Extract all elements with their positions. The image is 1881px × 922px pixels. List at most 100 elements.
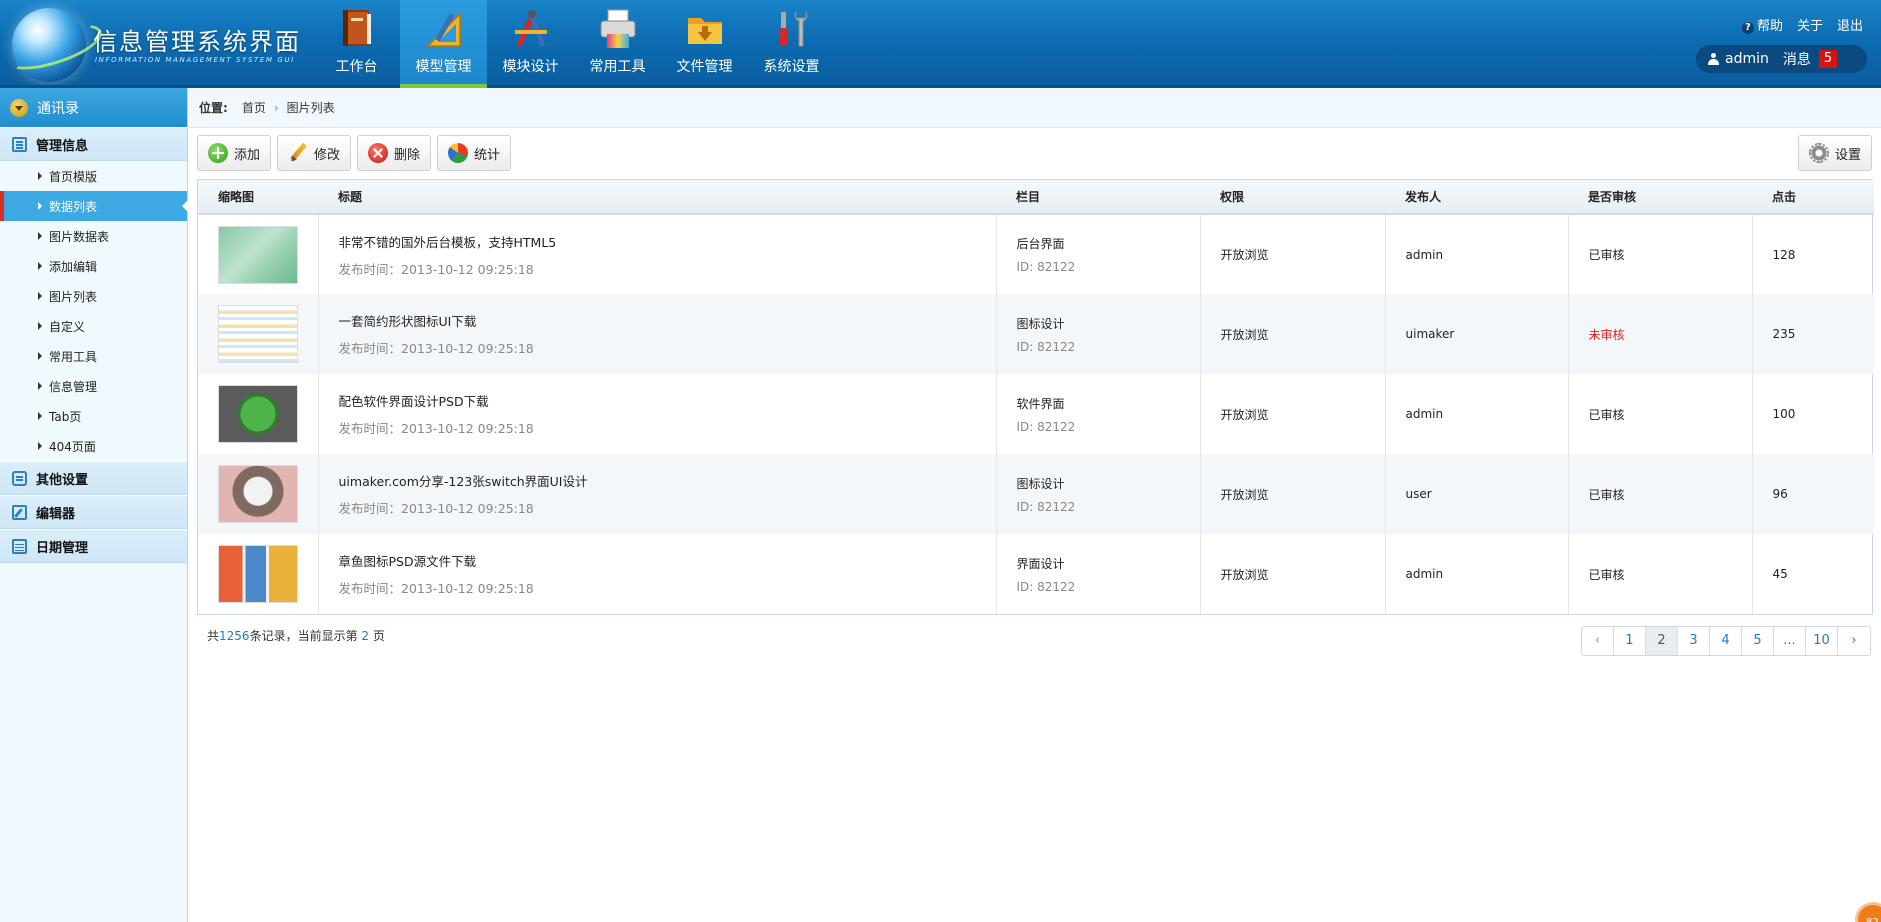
help-link[interactable]: ? 帮助 bbox=[1741, 15, 1783, 34]
col-header-publisher[interactable]: 发布人 bbox=[1385, 180, 1568, 215]
settings-label: 设置 bbox=[1834, 147, 1861, 163]
user-box: admin 消息 5 bbox=[1696, 45, 1867, 73]
nav-item-system-settings[interactable]: 系统设置 bbox=[748, 0, 835, 88]
sidebar-header-contacts[interactable]: 通讯录 bbox=[0, 88, 187, 127]
thumbnail-image[interactable] bbox=[218, 545, 298, 603]
sidebar-item-add-edit[interactable]: 添加编辑 bbox=[0, 251, 187, 281]
sidebar-item-image-list[interactable]: 图片列表 bbox=[0, 281, 187, 311]
sidebar-section-date-management[interactable]: 日期管理 bbox=[0, 529, 187, 563]
app-header: 信息管理系统界面 INFORMATION MANAGEMENT SYSTEM G… bbox=[0, 0, 1881, 88]
col-header-column[interactable]: 栏目 bbox=[996, 180, 1200, 215]
add-button[interactable]: 添加 bbox=[197, 135, 272, 171]
row-title[interactable]: 配色软件界面设计PSD下载 bbox=[339, 391, 996, 410]
row-review-status: 已审核 bbox=[1568, 374, 1753, 454]
sidebar-item-data-list[interactable]: 数据列表 bbox=[0, 191, 188, 221]
username[interactable]: admin bbox=[1725, 51, 1769, 67]
column-cell: 后台界面 ID: 82122 bbox=[996, 214, 1201, 294]
row-review-status: 未审核 bbox=[1568, 294, 1753, 374]
pagination-page-4[interactable]: 4 bbox=[1710, 627, 1742, 655]
sidebar-item-404-page[interactable]: 404页面 bbox=[0, 431, 187, 461]
message-link[interactable]: 消息 bbox=[1783, 49, 1811, 69]
table-row[interactable]: 非常不错的国外后台模板，支持HTML5 发布时间：2013-10-12 09:25… bbox=[198, 214, 1874, 294]
nav-item-common-tools[interactable]: 常用工具 bbox=[574, 0, 661, 88]
sidebar-item-tab-page[interactable]: Tab页 bbox=[0, 401, 187, 431]
thumbnail-image[interactable] bbox=[218, 385, 298, 443]
sidebar-item-image-data-table[interactable]: 图片数据表 bbox=[0, 221, 187, 251]
stats-button[interactable]: 统计 bbox=[437, 135, 512, 171]
row-title[interactable]: 非常不错的国外后台模板，支持HTML5 bbox=[339, 232, 996, 251]
row-title[interactable]: 一套简约形状图标UI下载 bbox=[339, 311, 996, 330]
table-row[interactable]: 章鱼图标PSD源文件下载 发布时间：2013-10-12 09:25:18 界面设… bbox=[198, 534, 1874, 614]
edit-button[interactable]: 修改 bbox=[277, 135, 352, 171]
toolbar: 添加 修改 删除 统计 bbox=[197, 135, 512, 171]
nav-item-module-design[interactable]: 模块设计 bbox=[487, 0, 574, 88]
sidebar-item-custom[interactable]: 自定义 bbox=[0, 311, 187, 341]
nav-item-workbench[interactable]: 工作台 bbox=[313, 0, 400, 88]
sidebar-section-label: 编辑器 bbox=[36, 506, 76, 522]
table-row[interactable]: uimaker.com分享-123张switch界面UI设计发布时间：2013-… bbox=[198, 454, 1874, 534]
pagination-page-2[interactable]: 2 bbox=[1646, 627, 1678, 655]
sidebar: 通讯录 管理信息 首页模版 数据列表 图片数据表 添加编辑 图片列表 自定义 常… bbox=[0, 88, 188, 922]
edit-label: 修改 bbox=[314, 147, 341, 163]
thumbnail-image[interactable] bbox=[218, 305, 298, 363]
row-column: 图标设计 bbox=[1016, 316, 1065, 331]
sidebar-section-label: 管理信息 bbox=[36, 138, 89, 154]
sidebar-section-editor[interactable]: 编辑器 bbox=[0, 495, 187, 529]
pagination-next-button[interactable]: › bbox=[1838, 627, 1870, 655]
col-header-title[interactable]: 标题 bbox=[318, 180, 996, 215]
message-count-badge[interactable]: 5 bbox=[1818, 50, 1838, 68]
logout-link[interactable]: 退出 bbox=[1837, 15, 1863, 34]
user-icon bbox=[1708, 53, 1719, 65]
plus-icon bbox=[208, 143, 228, 163]
breadcrumb-home[interactable]: 首页 bbox=[242, 99, 266, 116]
table-row[interactable]: 一套简约形状图标UI下载 发布时间：2013-10-12 09:25:18 图标设… bbox=[198, 294, 1874, 374]
row-review-status: 已审核 bbox=[1568, 534, 1753, 614]
row-publish-time: 发布时间：2013-10-12 09:25:18 bbox=[338, 261, 534, 277]
pagination-page-1[interactable]: 1 bbox=[1614, 627, 1646, 655]
pagination-prev-button[interactable]: ‹ bbox=[1582, 627, 1614, 655]
nav-item-model-management[interactable]: 模型管理 bbox=[400, 0, 487, 88]
breadcrumb-current: 图片列表 bbox=[286, 101, 335, 115]
sidebar-section-other-settings[interactable]: 其他设置 bbox=[0, 461, 187, 495]
sidebar-item-homepage-template[interactable]: 首页模版 bbox=[0, 161, 187, 191]
app-logo: 信息管理系统界面 INFORMATION MANAGEMENT SYSTEM G… bbox=[0, 0, 300, 88]
column-cell: 界面设计 ID: 82122 bbox=[996, 534, 1201, 614]
col-header-permission[interactable]: 权限 bbox=[1200, 180, 1385, 215]
sidebar-item-common-tools[interactable]: 常用工具 bbox=[0, 341, 187, 371]
sidebar-item-info-management[interactable]: 信息管理 bbox=[0, 371, 187, 401]
pagination-page-3[interactable]: 3 bbox=[1678, 627, 1710, 655]
top-links: ? 帮助 关于 退出 bbox=[1741, 15, 1863, 34]
row-column: 图标设计 bbox=[1016, 476, 1065, 491]
row-clicks: 128 bbox=[1772, 247, 1796, 262]
row-id: ID: 82122 bbox=[1016, 499, 1076, 514]
col-header-thumbnail[interactable]: 缩略图 bbox=[198, 180, 318, 215]
thumbnail-image[interactable] bbox=[218, 225, 298, 284]
nav-label: 工作台 bbox=[335, 59, 378, 75]
row-publisher: admin bbox=[1385, 214, 1569, 294]
row-publish-time: 发布时间：2013-10-12 09:25:18 bbox=[338, 421, 534, 436]
corner-badge[interactable]: 82 bbox=[1855, 902, 1881, 922]
title-cell: 一套简约形状图标UI下载 发布时间：2013-10-12 09:25:18 bbox=[318, 294, 997, 374]
pagination-page-5[interactable]: 5 bbox=[1742, 627, 1774, 655]
nav-item-file-management[interactable]: 文件管理 bbox=[661, 0, 748, 88]
row-title[interactable]: uimaker.com分享-123张switch界面UI设计 bbox=[339, 471, 996, 490]
col-header-review-status[interactable]: 是否审核 bbox=[1568, 180, 1752, 215]
pagination: ‹ 1 2 3 4 5 ... 10 › bbox=[1581, 626, 1871, 656]
thumbnail-image[interactable] bbox=[218, 465, 298, 523]
row-publish-time: 发布时间：2013-10-12 09:25:18 bbox=[338, 501, 534, 516]
row-permission: 开放浏览 bbox=[1200, 214, 1386, 294]
column-cell: 软件界面 ID: 82122 bbox=[996, 374, 1201, 454]
col-header-clicks[interactable]: 点击 bbox=[1752, 180, 1874, 215]
thumbnail-cell bbox=[198, 294, 319, 374]
app-title: 信息管理系统界面 bbox=[93, 28, 301, 56]
pagination-page-10[interactable]: 10 bbox=[1806, 627, 1838, 655]
about-link[interactable]: 关于 bbox=[1797, 15, 1823, 34]
row-title[interactable]: 章鱼图标PSD源文件下载 bbox=[339, 551, 996, 570]
sidebar-section-management-info[interactable]: 管理信息 bbox=[0, 127, 187, 161]
settings-button[interactable]: 设置 bbox=[1797, 135, 1872, 171]
delete-button[interactable]: 删除 bbox=[357, 135, 432, 171]
table-row[interactable]: 配色软件界面设计PSD下载发布时间：2013-10-12 09:25:18 软件… bbox=[198, 374, 1874, 454]
row-permission: 开放浏览 bbox=[1200, 454, 1386, 534]
row-clicks: 100 bbox=[1772, 407, 1796, 421]
row-id: ID: 82122 bbox=[1016, 579, 1076, 594]
